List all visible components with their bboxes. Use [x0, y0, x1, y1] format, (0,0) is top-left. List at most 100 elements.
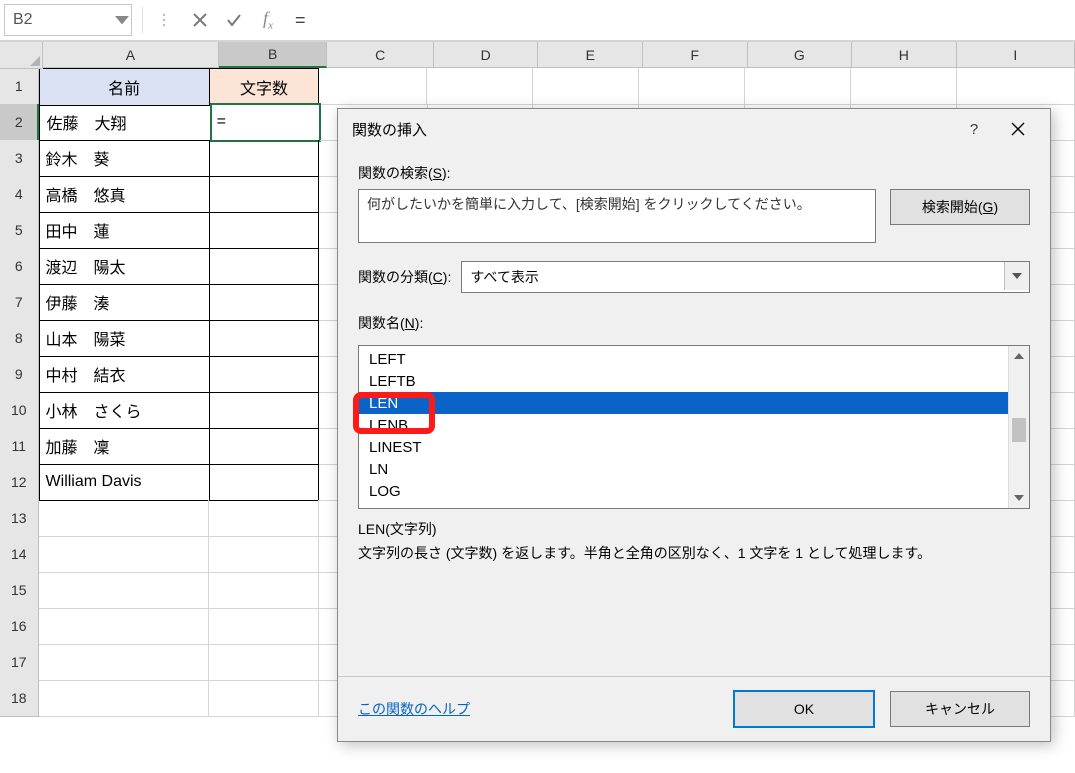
row-header[interactable]: 7 — [0, 284, 39, 321]
search-start-button[interactable]: 検索開始(G) — [890, 189, 1030, 225]
col-header-h[interactable]: H — [852, 42, 957, 68]
cell-B1[interactable]: 文字数 — [210, 68, 320, 106]
cell-A3[interactable]: 鈴木 葵 — [39, 140, 210, 177]
name-box[interactable]: B2 — [4, 4, 132, 36]
cell-B2[interactable]: = — [211, 104, 320, 141]
row-header[interactable]: 17 — [0, 644, 39, 681]
ok-button[interactable]: OK — [734, 691, 874, 727]
cell-A1[interactable]: 名前 — [39, 68, 210, 106]
row-header[interactable]: 14 — [0, 536, 39, 573]
col-header-i[interactable]: I — [957, 42, 1075, 68]
select-all-corner[interactable] — [0, 42, 43, 69]
cell-A11[interactable]: 加藤 凜 — [39, 428, 210, 465]
cell-A6[interactable]: 渡辺 陽太 — [39, 248, 210, 285]
cell-F1[interactable] — [639, 68, 745, 105]
cell-B13[interactable] — [209, 500, 319, 537]
cell-B3[interactable] — [210, 140, 320, 177]
row-header[interactable]: 1 — [0, 68, 39, 105]
row-header[interactable]: 3 — [0, 140, 39, 177]
scroll-thumb[interactable] — [1012, 418, 1026, 442]
function-list-item[interactable]: LEFT — [359, 348, 1008, 370]
cell-B16[interactable] — [209, 608, 319, 645]
cell-A15[interactable] — [39, 572, 209, 609]
row-header[interactable]: 8 — [0, 320, 39, 357]
cell-A5[interactable]: 田中 蓮 — [39, 212, 210, 249]
cell-A9[interactable]: 中村 結衣 — [39, 356, 210, 393]
function-list-item[interactable]: LINEST — [359, 436, 1008, 458]
function-listbox[interactable]: LEFTLEFTBLENLENBLINESTLNLOG — [358, 345, 1030, 509]
function-list-item[interactable]: LOG — [359, 480, 1008, 502]
col-header-b[interactable]: B — [219, 42, 328, 68]
row-header[interactable]: 9 — [0, 356, 39, 393]
cell-B18[interactable] — [209, 680, 319, 717]
function-help-link[interactable]: この関数のヘルプ — [358, 699, 470, 719]
dialog-close-button[interactable] — [996, 113, 1040, 145]
dialog-titlebar[interactable]: 関数の挿入 ? — [338, 109, 1050, 149]
col-header-a[interactable]: A — [43, 42, 219, 68]
function-list-item[interactable]: LEN — [359, 392, 1008, 414]
col-header-g[interactable]: G — [748, 42, 853, 68]
cell-E1[interactable] — [533, 68, 639, 105]
cell-D1[interactable] — [427, 68, 533, 105]
function-list-item[interactable]: LENB — [359, 414, 1008, 436]
dialog-help-button[interactable]: ? — [952, 113, 996, 145]
function-search-input[interactable]: 何がしたいかを簡単に入力して、[検索開始] をクリックしてください。 — [358, 189, 876, 243]
cell-B8[interactable] — [210, 320, 320, 357]
cell-A16[interactable] — [39, 608, 209, 645]
row-header[interactable]: 6 — [0, 248, 39, 285]
cell-B11[interactable] — [210, 428, 320, 465]
cell-A12[interactable]: William Davis — [39, 464, 210, 501]
insert-function-icon[interactable]: fx — [251, 5, 285, 35]
col-header-e[interactable]: E — [538, 42, 643, 68]
name-box-dropdown-icon[interactable] — [115, 9, 129, 31]
row-header[interactable]: 11 — [0, 428, 39, 465]
row-header[interactable]: 13 — [0, 500, 39, 537]
cell-A17[interactable] — [39, 644, 209, 681]
cell-B5[interactable] — [210, 212, 320, 249]
col-header-f[interactable]: F — [643, 42, 748, 68]
cell-B12[interactable] — [210, 464, 320, 501]
cell-G1[interactable] — [745, 68, 851, 105]
row-header[interactable]: 5 — [0, 212, 39, 249]
row-header[interactable]: 4 — [0, 176, 39, 213]
row-header[interactable]: 16 — [0, 608, 39, 645]
row-header[interactable]: 2 — [0, 104, 39, 141]
cell-B15[interactable] — [209, 572, 319, 609]
cell-B17[interactable] — [209, 644, 319, 681]
cell-A2[interactable]: 佐藤 大翔 — [39, 104, 210, 141]
cell-C1[interactable] — [319, 68, 427, 105]
chevron-down-icon[interactable] — [1004, 262, 1029, 290]
cell-A4[interactable]: 高橋 悠真 — [39, 176, 210, 213]
cell-A8[interactable]: 山本 陽菜 — [39, 320, 210, 357]
function-list-item[interactable]: LN — [359, 458, 1008, 480]
cell-B7[interactable] — [210, 284, 320, 321]
function-name-label: 関数名(N): — [358, 313, 1030, 333]
cell-I1[interactable] — [957, 68, 1075, 105]
cell-H1[interactable] — [851, 68, 957, 105]
scroll-up-icon[interactable] — [1009, 346, 1029, 366]
formula-input[interactable]: = — [285, 5, 1075, 35]
scroll-down-icon[interactable] — [1009, 488, 1029, 508]
row-header[interactable]: 15 — [0, 572, 39, 609]
col-header-d[interactable]: D — [434, 42, 539, 68]
function-list-item[interactable]: LEFTB — [359, 370, 1008, 392]
cell-A13[interactable] — [39, 500, 209, 537]
cell-B6[interactable] — [210, 248, 320, 285]
row-header[interactable]: 18 — [0, 680, 39, 717]
listbox-scrollbar[interactable] — [1008, 346, 1029, 508]
cell-B10[interactable] — [210, 392, 320, 429]
cell-A14[interactable] — [39, 536, 209, 573]
cell-B14[interactable] — [209, 536, 319, 573]
cell-A10[interactable]: 小林 さくら — [39, 392, 210, 429]
cancel-formula-icon[interactable] — [183, 5, 217, 35]
cancel-button[interactable]: キャンセル — [890, 691, 1030, 727]
cell-B9[interactable] — [210, 356, 320, 393]
category-select[interactable]: すべて表示 — [461, 261, 1030, 293]
col-header-c[interactable]: C — [327, 42, 434, 68]
accept-formula-icon[interactable] — [217, 5, 251, 35]
row-header[interactable]: 12 — [0, 464, 39, 501]
cell-A18[interactable] — [39, 680, 209, 717]
row-header[interactable]: 10 — [0, 392, 39, 429]
cell-A7[interactable]: 伊藤 湊 — [39, 284, 210, 321]
cell-B4[interactable] — [210, 176, 320, 213]
